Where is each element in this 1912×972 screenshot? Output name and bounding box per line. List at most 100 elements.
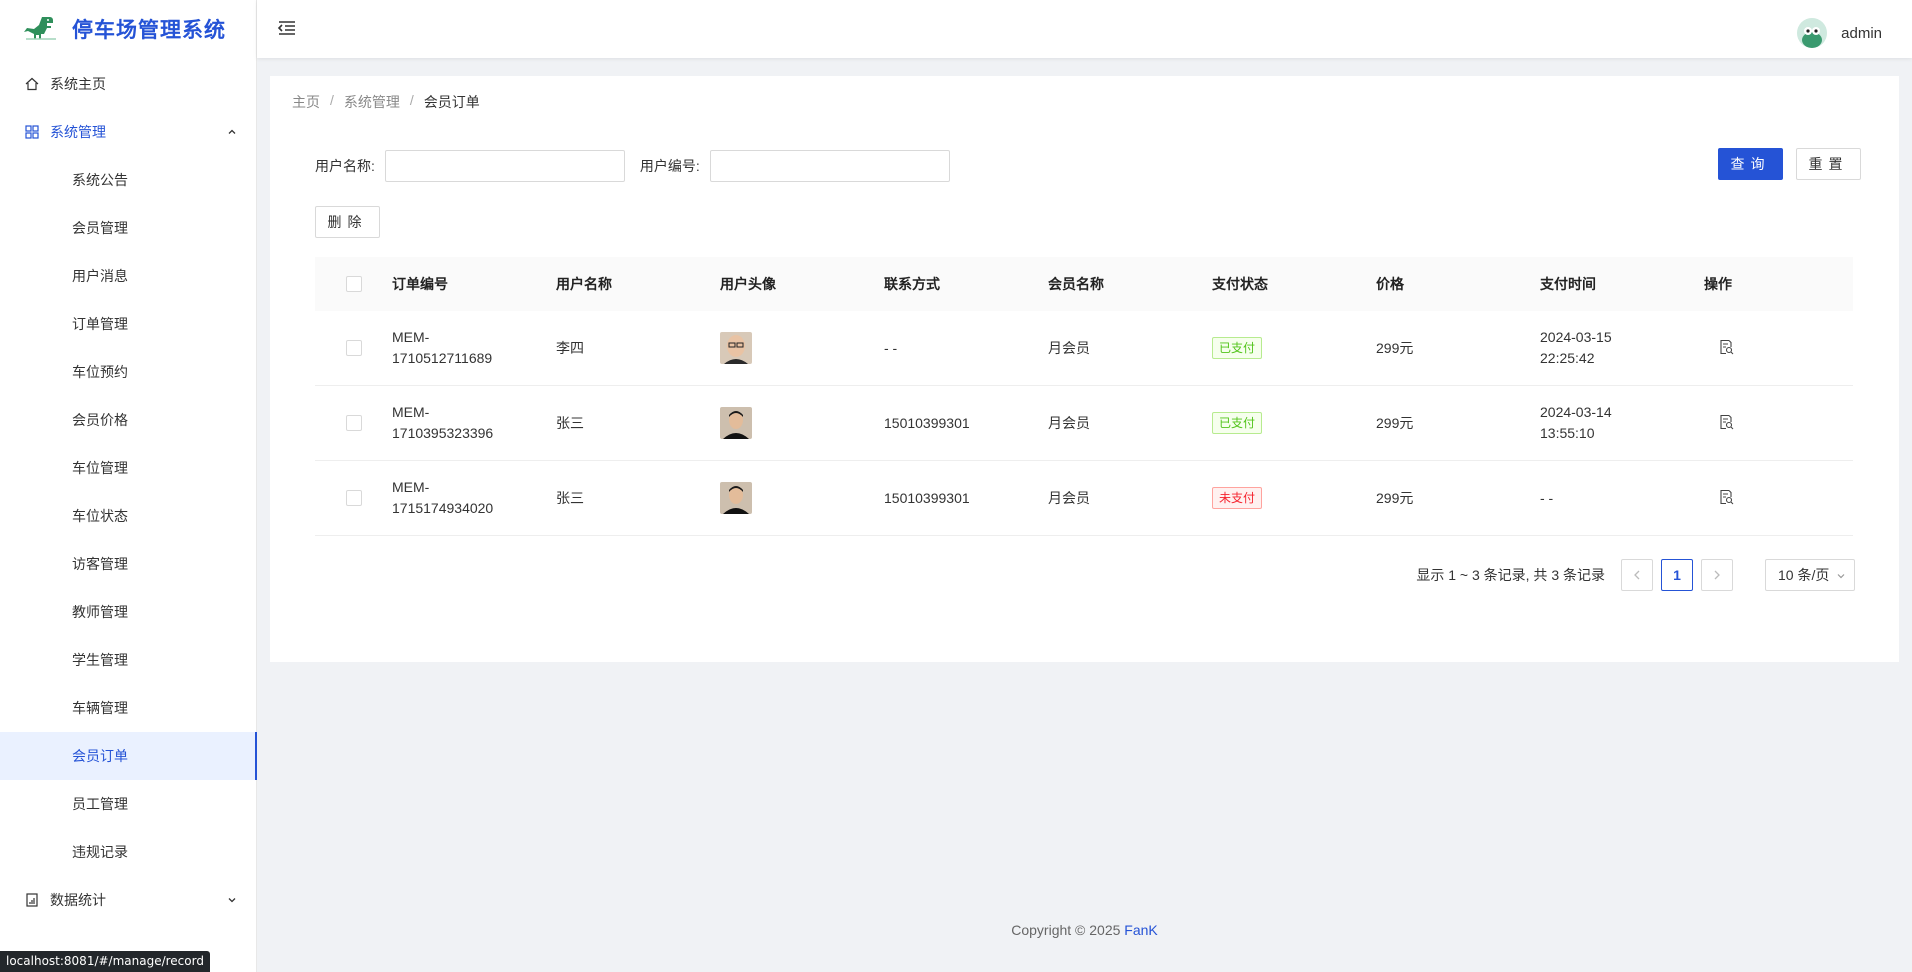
menu-group-system[interactable]: 系统管理: [0, 108, 256, 156]
delete-button[interactable]: 删除: [315, 206, 380, 238]
copyright-text: Copyright © 2025: [1011, 922, 1121, 938]
pay-time: - -: [1540, 489, 1554, 506]
chevron-down-icon: [1837, 574, 1845, 579]
breadcrumb-parent[interactable]: 系统管理: [344, 92, 400, 112]
status-badge: 未支付: [1212, 487, 1263, 509]
sidebar-item[interactable]: 车位管理: [0, 444, 256, 492]
order-no: MEM- 1715174934020: [392, 479, 494, 516]
orders-table: 订单编号 用户名称 用户头像 联系方式 会员名称 支付状态 价格 支付时间 操作…: [315, 257, 1853, 536]
sidebar-item[interactable]: 订单管理: [0, 300, 256, 348]
reset-button[interactable]: 重置: [1796, 148, 1861, 180]
prev-page-button[interactable]: [1621, 559, 1653, 591]
price: 299元: [1376, 339, 1414, 356]
member-name: 月会员: [1048, 414, 1090, 431]
view-detail-icon[interactable]: [1718, 414, 1734, 430]
sidebar-item[interactable]: 会员价格: [0, 396, 256, 444]
username-input[interactable]: [384, 150, 625, 182]
row-checkbox[interactable]: [345, 490, 362, 506]
breadcrumb-current: 会员订单: [423, 94, 480, 110]
userno-label: 用户编号:: [639, 158, 700, 174]
user-name: admin: [1841, 24, 1882, 42]
sidebar: 停车场管理系统 系统主页 系统管理 系统公告 会员管理 用户消息 订单管理 车位预约 会员…: [0, 0, 257, 972]
dinosaur-logo-icon: [24, 17, 56, 40]
sidebar-item[interactable]: 员工管理: [0, 780, 256, 828]
table-row[interactable]: MEM- 1715174934020 张三 15010399301 月会员 未支付…: [315, 461, 1853, 536]
column-header: 会员名称: [1048, 275, 1104, 292]
userno-input[interactable]: [709, 150, 950, 182]
user-avatar: [720, 482, 752, 514]
column-header: 联系方式: [884, 275, 940, 292]
footer-brand-link[interactable]: FanK: [1124, 922, 1157, 938]
row-checkbox[interactable]: [345, 415, 362, 431]
contact: 15010399301: [884, 414, 970, 431]
order-no: MEM- 1710395323396: [392, 404, 494, 441]
menu-fold-icon[interactable]: [277, 18, 297, 38]
menu-group-label: 系统管理: [50, 124, 106, 140]
column-header: 支付状态: [1212, 275, 1268, 292]
sidebar-item[interactable]: 会员订单: [0, 732, 257, 780]
status-badge: 已支付: [1212, 412, 1263, 434]
next-page-button[interactable]: [1701, 559, 1733, 591]
table-row[interactable]: MEM- 1710512711689 李四 - - 月会员 已支付 299元 20…: [315, 311, 1853, 386]
user-menu[interactable]: admin: [1797, 18, 1882, 48]
user-name: 张三: [556, 489, 584, 506]
sidebar-item[interactable]: 学生管理: [0, 636, 256, 684]
order-no: MEM- 1710512711689: [392, 329, 493, 366]
status-badge: 已支付: [1212, 337, 1263, 359]
contact: - -: [884, 339, 898, 356]
sidebar-item[interactable]: 会员管理: [0, 204, 256, 252]
chevron-right-icon: [1714, 570, 1720, 580]
menu-group-label: 数据统计: [50, 892, 106, 908]
menu-item-home[interactable]: 系统主页: [0, 60, 256, 108]
table-row[interactable]: MEM- 1710395323396 张三 15010399301 月会员 已支付…: [315, 386, 1853, 461]
view-detail-icon[interactable]: [1718, 339, 1734, 355]
breadcrumb-separator: /: [409, 92, 414, 108]
column-header: 支付时间: [1540, 275, 1596, 292]
sidebar-item[interactable]: 系统公告: [0, 156, 256, 204]
breadcrumb-separator: /: [330, 92, 334, 108]
breadcrumb-home[interactable]: 主页: [292, 92, 320, 112]
page-size-value: 10 条/页: [1778, 567, 1830, 583]
table-header: 订单编号 用户名称 用户头像 联系方式 会员名称 支付状态 价格 支付时间 操作: [315, 257, 1853, 311]
sidebar-item[interactable]: 车位预约: [0, 348, 256, 396]
user-name: 张三: [556, 414, 584, 431]
pay-time: 2024-03-14 13:55:10: [1540, 404, 1612, 441]
grid-icon: [24, 124, 40, 140]
pay-time: 2024-03-15 22:25:42: [1540, 329, 1612, 366]
user-name: 李四: [556, 339, 584, 356]
column-header: 订单编号: [392, 275, 448, 292]
page-size-select[interactable]: 10 条/页: [1765, 559, 1855, 591]
chevron-up-icon: [228, 129, 236, 134]
row-checkbox[interactable]: [345, 340, 362, 356]
search-form: 用户名称: 用户编号:: [315, 150, 965, 182]
column-header: 用户头像: [720, 275, 776, 292]
top-header: admin: [257, 0, 1912, 58]
column-header: 用户名称: [556, 275, 612, 292]
logo[interactable]: 停车场管理系统: [0, 0, 256, 58]
select-all-checkbox[interactable]: [345, 276, 362, 292]
chevron-down-icon: [228, 898, 236, 903]
sidebar-item[interactable]: 教师管理: [0, 588, 256, 636]
contact: 15010399301: [884, 489, 970, 506]
sidebar-item[interactable]: 违规记录: [0, 828, 256, 876]
member-name: 月会员: [1048, 339, 1090, 356]
column-header: 操作: [1704, 276, 1732, 292]
sidebar-item[interactable]: 用户消息: [0, 252, 256, 300]
menu-group-stats[interactable]: 数据统计: [0, 876, 256, 924]
query-button[interactable]: 查询: [1718, 148, 1783, 180]
price: 299元: [1376, 489, 1414, 506]
sidebar-item[interactable]: 访客管理: [0, 540, 256, 588]
view-detail-icon[interactable]: [1718, 489, 1734, 505]
sidebar-item[interactable]: 车位状态: [0, 492, 256, 540]
report-icon: [24, 892, 40, 908]
content-card: 主页 / 系统管理 / 会员订单 用户名称: 用户编号: 查询 重置 删除 订单…: [270, 76, 1899, 662]
page-button[interactable]: 1: [1661, 559, 1693, 591]
member-name: 月会员: [1048, 489, 1090, 506]
sidebar-item[interactable]: 车辆管理: [0, 684, 256, 732]
breadcrumb: 主页 / 系统管理 / 会员订单: [292, 92, 480, 112]
avatar: [1797, 18, 1828, 48]
user-avatar: [720, 332, 752, 364]
chevron-left-icon: [1634, 570, 1640, 580]
pagination-total: 显示 1 ~ 3 条记录, 共 3 条记录: [1416, 567, 1605, 583]
system-submenu: 系统公告 会员管理 用户消息 订单管理 车位预约 会员价格 车位管理 车位状态 访客管理 教师管理…: [0, 156, 257, 876]
